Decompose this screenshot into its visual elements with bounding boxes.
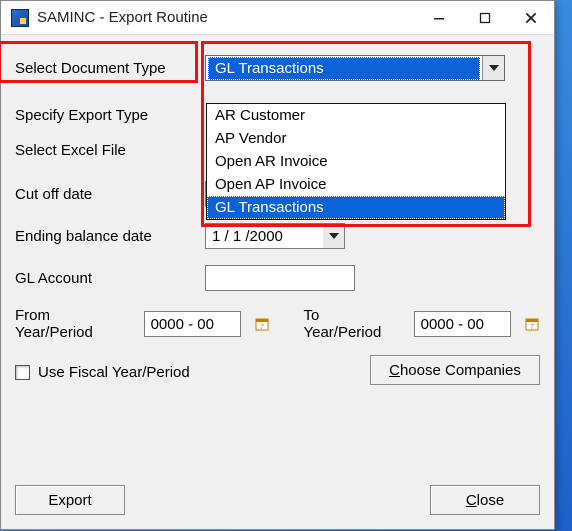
label-export-type: Specify Export Type xyxy=(15,107,205,124)
label-document-type: Select Document Type xyxy=(15,60,205,77)
choose-companies-button[interactable]: Choose Companies xyxy=(370,355,540,385)
label-to-period: To Year/Period xyxy=(303,307,397,341)
maximize-icon xyxy=(479,12,491,24)
close-text: lose xyxy=(477,492,505,509)
label-from-period: From Year/Period xyxy=(15,307,128,341)
combo-option-selected[interactable]: GL Transactions xyxy=(207,196,505,219)
to-period-input[interactable]: 0000 - 00 xyxy=(414,311,511,337)
choose-underline: C xyxy=(389,362,400,379)
combo-option[interactable]: AR Customer xyxy=(207,104,505,127)
calendar-icon: 7 xyxy=(255,317,269,331)
close-window-button[interactable]: Close xyxy=(430,485,540,515)
ending-date-arrow[interactable] xyxy=(323,223,345,249)
app-icon xyxy=(11,9,29,27)
document-type-combo[interactable]: GL Transactions xyxy=(205,55,505,81)
label-gl-account: GL Account xyxy=(15,270,205,287)
checkbox-box[interactable] xyxy=(15,365,30,380)
close-button[interactable] xyxy=(508,1,554,34)
combo-selected-value: GL Transactions xyxy=(208,57,480,80)
combo-option[interactable]: Open AP Invoice xyxy=(207,173,505,196)
close-icon xyxy=(524,11,538,25)
label-ending-date: Ending balance date xyxy=(15,228,205,245)
chevron-down-icon xyxy=(329,233,339,239)
from-period-input[interactable]: 0000 - 00 xyxy=(144,311,241,337)
client-area: Select Document Type GL Transactions AR … xyxy=(1,35,554,529)
use-fiscal-label: Use Fiscal Year/Period xyxy=(38,364,190,381)
label-excel-file: Select Excel File xyxy=(15,142,205,159)
document-type-dropdown[interactable]: AR Customer AP Vendor Open AR Invoice Op… xyxy=(206,103,506,220)
use-fiscal-checkbox[interactable]: Use Fiscal Year/Period xyxy=(15,364,190,381)
app-window: SAMINC - Export Routine Select Document … xyxy=(0,0,555,530)
from-period-calendar[interactable]: 7 xyxy=(255,316,270,332)
combo-arrow[interactable] xyxy=(482,56,504,80)
window-buttons xyxy=(416,1,554,34)
maximize-button[interactable] xyxy=(462,1,508,34)
calendar-icon: 7 xyxy=(525,317,539,331)
ending-date-input[interactable]: 1 / 1 /2000 xyxy=(205,223,323,249)
minimize-icon xyxy=(433,12,445,24)
chevron-down-icon xyxy=(489,65,499,71)
window-title: SAMINC - Export Routine xyxy=(37,9,416,26)
choose-text: hoose Companies xyxy=(400,362,521,379)
export-button[interactable]: Export xyxy=(15,485,125,515)
to-period-calendar[interactable]: 7 xyxy=(525,316,540,332)
label-cutoff-date: Cut off date xyxy=(15,186,205,203)
svg-text:7: 7 xyxy=(530,324,534,331)
export-text: Export xyxy=(48,492,91,509)
close-underline: C xyxy=(466,492,477,509)
gl-account-input[interactable] xyxy=(205,265,355,291)
combo-option[interactable]: Open AR Invoice xyxy=(207,150,505,173)
combo-option[interactable]: AP Vendor xyxy=(207,127,505,150)
minimize-button[interactable] xyxy=(416,1,462,34)
titlebar[interactable]: SAMINC - Export Routine xyxy=(1,1,554,35)
svg-text:7: 7 xyxy=(260,324,264,331)
